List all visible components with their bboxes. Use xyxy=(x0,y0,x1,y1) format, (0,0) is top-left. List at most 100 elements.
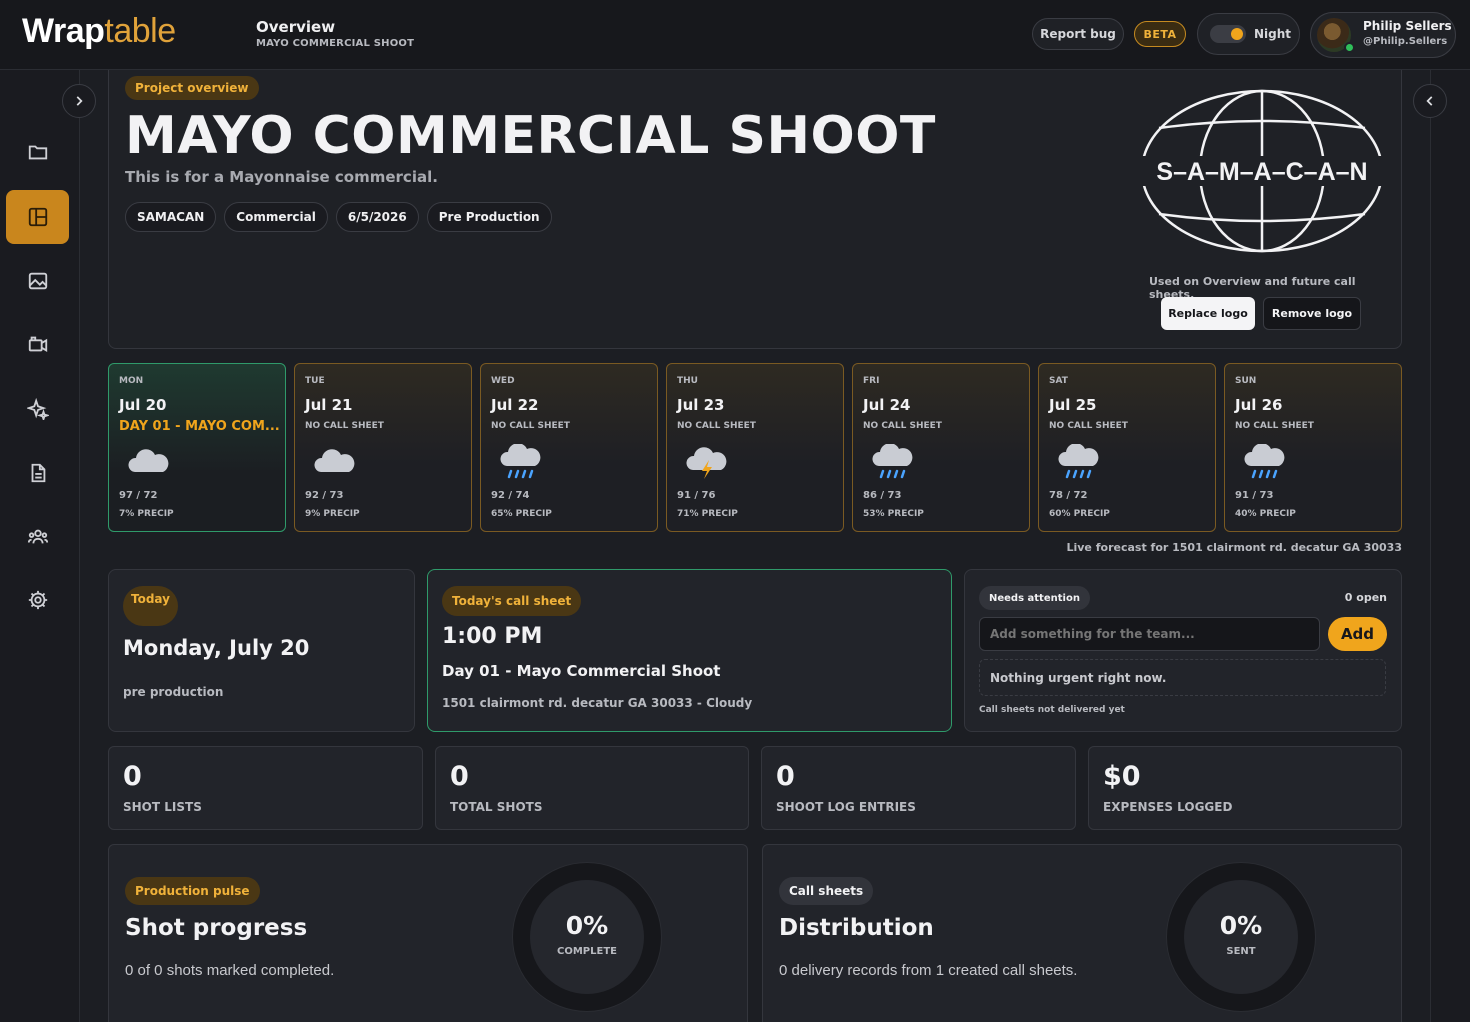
distribution-text: 0 delivery records from 1 created call s… xyxy=(779,962,1078,979)
user-menu[interactable]: Philip Sellers @Philip.Sellers xyxy=(1310,12,1456,58)
call-sheet-name: Day 01 - Mayo Commercial Shoot xyxy=(442,662,721,680)
day-temp: 91 / 76 xyxy=(677,490,716,501)
page-title: Overview xyxy=(256,18,336,36)
project-overview-card: Project overview MAYO COMMERCIAL SHOOT T… xyxy=(108,70,1402,349)
sidebar-item-settings[interactable] xyxy=(6,573,69,627)
day-date: Jul 26 xyxy=(1235,396,1283,414)
team-icon xyxy=(27,529,48,544)
rain-icon xyxy=(872,444,913,479)
day-date: Jul 21 xyxy=(305,396,353,414)
day-call-sheet: NO CALL SHEET xyxy=(1235,421,1314,431)
remove-logo-button[interactable]: Remove logo xyxy=(1263,297,1361,330)
production-pulse-card: Production pulse Shot progress 0 of 0 sh… xyxy=(108,844,748,1022)
day-precip: 40% PRECIP xyxy=(1235,509,1296,519)
todays-call-sheet-card[interactable]: Today's call sheet 1:00 PM Day 01 - Mayo… xyxy=(427,569,952,732)
cloud-icon xyxy=(128,449,169,472)
call-time: 1:00 PM xyxy=(442,624,543,649)
stat-value: 0 xyxy=(450,761,469,792)
theme-label: Night xyxy=(1254,27,1292,41)
call-sheet-location: 1501 clairmont rd. decatur GA 30033 - Cl… xyxy=(442,696,753,710)
today-tag: Today xyxy=(123,586,178,626)
gear-icon xyxy=(28,590,47,610)
stat-shoot-log-entries[interactable]: 0 SHOOT LOG ENTRIES xyxy=(761,746,1076,830)
sidebar-item-projects[interactable] xyxy=(6,125,69,179)
day-of-week: MON xyxy=(119,376,144,386)
theme-toggle[interactable]: Night xyxy=(1197,13,1300,55)
ring-center: 0% COMPLETE xyxy=(530,880,644,994)
forecast-day-sat[interactable]: SAT Jul 25 NO CALL SHEET 78 / 72 60% PRE… xyxy=(1038,363,1216,532)
stat-expenses-logged[interactable]: $0 EXPENSES LOGGED xyxy=(1088,746,1402,830)
beta-badge: BETA xyxy=(1134,21,1186,47)
forecast-day-thu[interactable]: THU Jul 23 NO CALL SHEET 91 / 76 71% PRE… xyxy=(666,363,844,532)
project-description: This is for a Mayonnaise commercial. xyxy=(125,168,438,186)
shot-progress-text: 0 of 0 shots marked completed. xyxy=(125,962,335,979)
day-call-sheet: NO CALL SHEET xyxy=(863,421,942,431)
attention-input[interactable] xyxy=(979,617,1320,651)
stat-value: 0 xyxy=(776,761,795,792)
call-sheet-tag: Today's call sheet xyxy=(442,586,582,616)
stat-label: EXPENSES LOGGED xyxy=(1103,800,1233,814)
stat-label: TOTAL SHOTS xyxy=(450,800,543,814)
day-date: Jul 23 xyxy=(677,396,725,414)
user-name: Philip Sellers xyxy=(1363,19,1452,33)
shot-progress-ring: 0% COMPLETE xyxy=(512,862,662,1012)
day-temp: 97 / 72 xyxy=(119,490,158,501)
forecast-day-sun[interactable]: SUN Jul 26 NO CALL SHEET 91 / 73 40% PRE… xyxy=(1224,363,1402,532)
page-subtitle: MAYO COMMERCIAL SHOOT xyxy=(256,38,415,49)
sidebar-item-camera[interactable] xyxy=(6,317,69,371)
stat-label: SHOT LISTS xyxy=(123,800,202,814)
day-precip: 60% PRECIP xyxy=(1049,509,1110,519)
forecast-day-tue[interactable]: TUE Jul 21 NO CALL SHEET 92 / 73 9% PREC… xyxy=(294,363,472,532)
day-temp: 92 / 73 xyxy=(305,490,344,501)
production-pulse-tag: Production pulse xyxy=(125,877,260,905)
sidebar-item-documents[interactable] xyxy=(6,446,69,500)
stat-label: SHOOT LOG ENTRIES xyxy=(776,800,916,814)
user-handle: @Philip.Sellers xyxy=(1363,36,1448,47)
replace-logo-button[interactable]: Replace logo xyxy=(1161,297,1255,330)
stat-shot-lists[interactable]: 0 SHOT LISTS xyxy=(108,746,423,830)
sidebar-item-ai[interactable] xyxy=(6,382,69,436)
day-call-sheet: NO CALL SHEET xyxy=(491,421,570,431)
expand-sidebar-button[interactable] xyxy=(62,84,96,118)
storm-icon xyxy=(686,447,727,479)
expand-right-panel-button[interactable] xyxy=(1413,84,1447,118)
day-precip: 53% PRECIP xyxy=(863,509,924,519)
sidebar-item-team[interactable] xyxy=(6,510,69,564)
day-precip: 71% PRECIP xyxy=(677,509,738,519)
forecast-day-wed[interactable]: WED Jul 22 NO CALL SHEET 92 / 74 65% PRE… xyxy=(480,363,658,532)
add-button[interactable]: Add xyxy=(1328,617,1387,651)
day-call-sheet: NO CALL SHEET xyxy=(1049,421,1128,431)
chevron-right-icon xyxy=(76,96,83,106)
day-of-week: THU xyxy=(677,376,698,386)
rain-icon xyxy=(1244,444,1285,479)
chevron-left-icon xyxy=(1426,96,1433,106)
image-icon xyxy=(28,272,47,290)
ring-label: SENT xyxy=(1226,946,1256,957)
sidebar-item-images[interactable] xyxy=(6,254,69,308)
sparkle-icon xyxy=(26,398,49,420)
project-chips: SAMACAN Commercial 6/5/2026 Pre Producti… xyxy=(125,202,552,232)
forecast-day-fri[interactable]: FRI Jul 24 NO CALL SHEET 86 / 73 53% PRE… xyxy=(852,363,1030,532)
needs-attention-card: Needs attention 0 open Add Nothing urgen… xyxy=(964,569,1402,732)
forecast-day-mon[interactable]: MON Jul 20 DAY 01 - MAYO COM... 97 / 72 … xyxy=(108,363,286,532)
day-temp: 86 / 73 xyxy=(863,490,902,501)
distribution-title: Distribution xyxy=(779,915,934,941)
toggle-switch[interactable] xyxy=(1210,25,1246,43)
day-call-sheet[interactable]: DAY 01 - MAYO COM... xyxy=(119,419,280,434)
distribution-ring: 0% SENT xyxy=(1166,862,1316,1012)
project-title: MAYO COMMERCIAL SHOOT xyxy=(125,106,936,166)
document-icon xyxy=(31,463,45,483)
camera-icon xyxy=(28,336,47,353)
distribution-card: Call sheets Distribution 0 delivery reco… xyxy=(762,844,1402,1022)
report-bug-button[interactable]: Report bug xyxy=(1032,18,1124,50)
toggle-knob xyxy=(1231,28,1243,40)
phase-chip: Pre Production xyxy=(426,202,552,232)
today-date: Monday, July 20 xyxy=(123,636,310,660)
app-logo[interactable]: Wraptable xyxy=(22,12,176,51)
day-of-week: SUN xyxy=(1235,376,1257,386)
sidebar-item-overview[interactable] xyxy=(6,190,69,244)
folder-icon xyxy=(28,145,47,160)
stat-total-shots[interactable]: 0 TOTAL SHOTS xyxy=(435,746,749,830)
date-chip: 6/5/2026 xyxy=(335,202,419,232)
ring-value: 0% xyxy=(565,911,609,940)
